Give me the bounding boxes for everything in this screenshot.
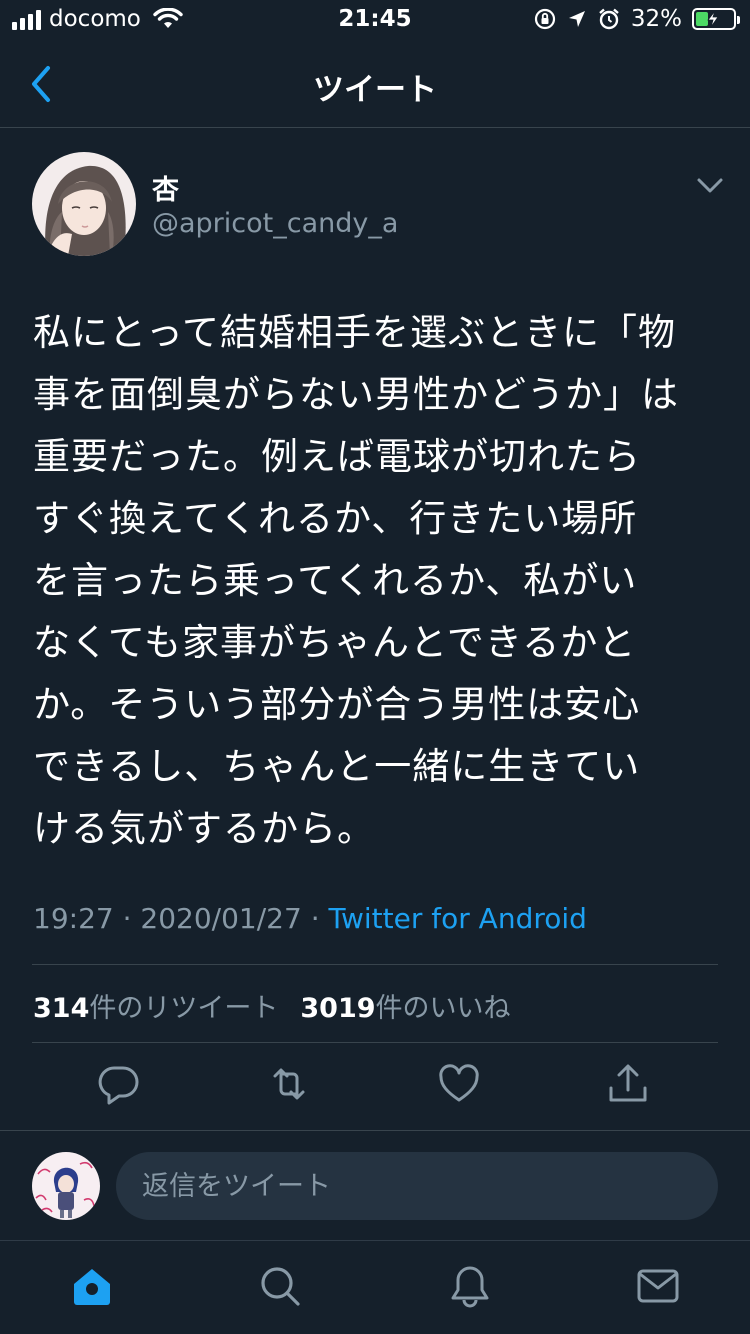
tabbar-divider <box>0 1240 750 1241</box>
reply-icon[interactable] <box>97 1062 141 1106</box>
divider <box>0 1130 750 1131</box>
alarm-icon <box>599 8 619 30</box>
reply-input[interactable] <box>116 1152 718 1220</box>
divider <box>32 1042 718 1043</box>
author-avatar[interactable] <box>32 152 136 256</box>
location-arrow-icon <box>568 11 585 27</box>
home-icon[interactable] <box>68 1262 116 1310</box>
like-count: 3019 <box>300 993 376 1024</box>
share-icon[interactable] <box>606 1062 650 1106</box>
rotation-lock-icon <box>534 8 555 30</box>
like-icon[interactable] <box>437 1062 481 1106</box>
like-label: 件のいいね <box>375 993 511 1024</box>
tweet-text-line: 重要だった。例えば電球が切れたら <box>33 435 641 478</box>
tweet-text-line: 私にとって結婚相手を選ぶときに「物 <box>33 311 677 354</box>
my-avatar-image <box>32 1152 100 1220</box>
tweet-text-line: すぐ換えてくれるか、行きたい場所 <box>33 497 638 540</box>
tweet-text-line: 事を面倒臭がらない男性かどうか」は <box>33 373 679 416</box>
tweet-actions <box>0 1062 750 1116</box>
tweet-text-line: できるし、ちゃんと一緒に生きてい <box>33 745 641 788</box>
battery-percent: 32% <box>630 6 682 32</box>
tweet-time: 19:27 <box>33 902 114 935</box>
tweet-stats: 314件のリツイート 3019件のいいね <box>33 986 511 1025</box>
status-bar: docomo 21:45 32% <box>0 0 750 40</box>
retweet-label: 件のリツイート <box>89 993 279 1024</box>
page-title: ツイート <box>313 72 437 108</box>
divider <box>32 964 718 965</box>
tweet-text-line: ける気がするから。 <box>33 807 375 850</box>
author-portrait-image <box>32 152 136 256</box>
tweet-source-link[interactable]: Twitter for Android <box>329 902 587 935</box>
tweet-text-line: か。そういう部分が合う男性は安心 <box>33 683 641 726</box>
likes-stat[interactable]: 3019件のいいね <box>300 993 510 1024</box>
tweet-date: 2020/01/27 <box>140 902 302 935</box>
retweet-count: 314 <box>33 993 90 1024</box>
meta-separator: · <box>122 902 132 935</box>
author-handle[interactable]: @apricot_candy_a <box>152 208 398 239</box>
notifications-icon[interactable] <box>446 1262 494 1310</box>
tweet-meta: 19:27 · 2020/01/27 · Twitter for Android <box>33 902 587 935</box>
tweet-text-line: なくても家事がちゃんとできるかと <box>33 621 637 664</box>
my-avatar[interactable] <box>32 1152 100 1220</box>
retweets-stat[interactable]: 314件のリツイート <box>33 993 278 1024</box>
meta-separator: · <box>310 902 320 935</box>
tweet-body: 私にとって結婚相手を選ぶときに「物 事を面倒臭がらない男性かどうか」は 重要だった。… <box>33 302 723 860</box>
author-display-name[interactable]: 杏 <box>152 168 179 207</box>
charging-bolt-icon <box>707 11 719 27</box>
tweet-text-line: を言ったら乗ってくれるか、私がい <box>33 559 638 602</box>
search-icon[interactable] <box>256 1262 304 1310</box>
more-options-chevron-down-icon[interactable] <box>694 174 726 198</box>
messages-icon[interactable] <box>634 1262 682 1310</box>
battery-icon <box>692 8 740 30</box>
top-nav-bar: ツイート <box>0 40 750 128</box>
status-right: 32% <box>533 6 740 32</box>
retweet-icon[interactable] <box>267 1062 311 1106</box>
